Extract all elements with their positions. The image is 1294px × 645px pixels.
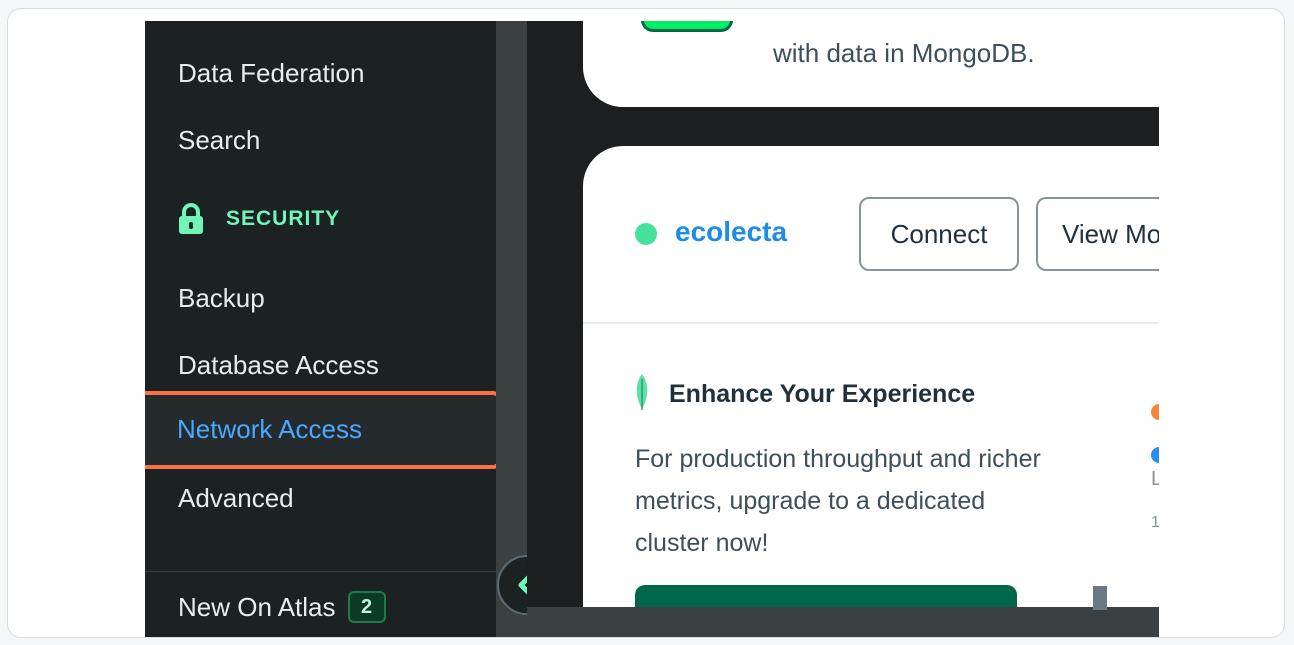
sidebar: Data Federation Search SECURITY Backup D…	[145, 21, 501, 637]
chart-label-fragment: L	[1151, 468, 1159, 491]
horizontal-scrollbar[interactable]	[527, 607, 1159, 637]
new-on-atlas-label: New On Atlas	[178, 591, 336, 622]
info-card-text: with data in MongoDB.	[773, 38, 1035, 68]
chart-legend-dot-blue	[1151, 447, 1159, 463]
chart-edge-fragment	[1093, 586, 1107, 610]
chart-value-fragment: 1	[1151, 514, 1159, 532]
enhance-title: Enhance Your Experience	[669, 380, 976, 408]
info-card: with data in MongoDB.	[583, 21, 1159, 107]
card-divider	[583, 322, 1159, 324]
mongodb-leaf-icon	[636, 374, 648, 410]
chart-legend-dot-orange	[1151, 404, 1159, 420]
cluster-card: ecolecta Connect View Mo Enhance Your Ex…	[583, 146, 1159, 637]
security-section-label: SECURITY	[226, 207, 341, 230]
sidebar-item-backup[interactable]: Backup	[178, 282, 265, 314]
atlas-app: Data Federation Search SECURITY Backup D…	[145, 21, 1159, 637]
cluster-name-link[interactable]: ecolecta	[675, 216, 787, 248]
sidebar-item-network-access[interactable]: Network Access	[145, 391, 501, 469]
green-illustration	[641, 21, 733, 32]
sidebar-item-database-access[interactable]: Database Access	[178, 349, 379, 381]
sidebar-item-network-access-label: Network Access	[177, 414, 362, 444]
main-content: with data in MongoDB. ecolecta Connect V…	[527, 21, 1159, 637]
sidebar-item-search[interactable]: Search	[178, 124, 260, 156]
sidebar-divider	[145, 571, 496, 572]
enhance-description: For production throughput and richer met…	[635, 445, 1041, 557]
screenshot-frame: Data Federation Search SECURITY Backup D…	[7, 8, 1285, 638]
sidebar-rail	[496, 21, 527, 637]
new-on-atlas-count-badge: 2	[347, 591, 386, 623]
view-monitoring-button[interactable]: View Mo	[1036, 197, 1159, 271]
sidebar-item-data-federation[interactable]: Data Federation	[178, 57, 364, 89]
sidebar-item-advanced[interactable]: Advanced	[178, 482, 294, 514]
security-section-header: SECURITY	[178, 203, 340, 235]
new-on-atlas-link[interactable]: New On Atlas 2	[178, 591, 386, 623]
connect-button[interactable]: Connect	[859, 197, 1019, 271]
lock-icon	[179, 203, 203, 234]
cluster-status-dot	[635, 223, 657, 245]
